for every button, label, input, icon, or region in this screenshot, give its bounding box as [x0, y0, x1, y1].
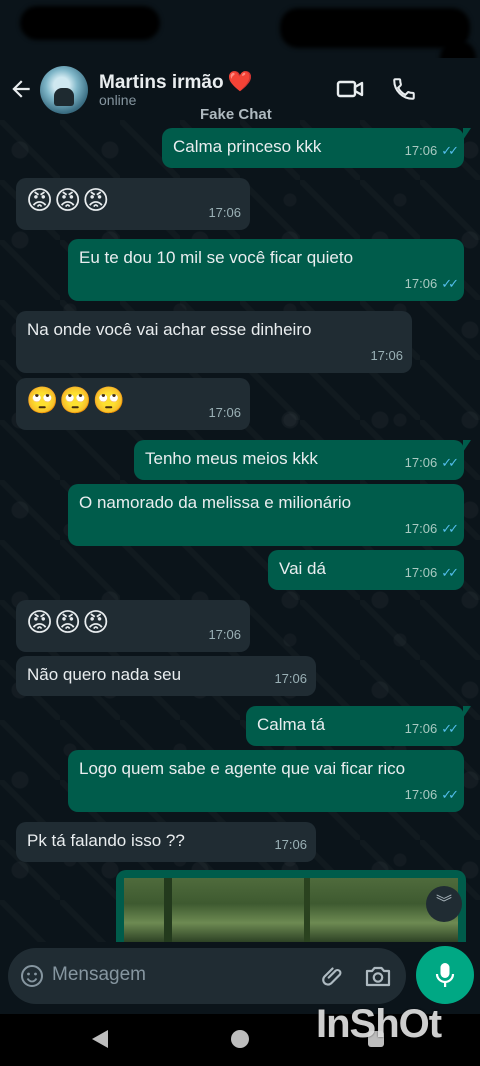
image-message[interactable] [116, 870, 466, 942]
message-emoji: 🙄🙄🙄 [26, 385, 127, 415]
message-bubble-in[interactable]: 🙄🙄🙄 17:06 [16, 378, 250, 430]
mic-icon [435, 963, 455, 987]
message-time: 17:06 ✓✓ [404, 143, 459, 158]
read-ticks-icon: ✓✓ [441, 521, 459, 536]
message-bubble-in[interactable]: Na onde você vai achar esse dinheiro 17:… [16, 311, 412, 373]
image-preview[interactable] [124, 878, 458, 942]
fake-chat-watermark: Fake Chat [200, 106, 272, 123]
read-ticks-icon: ✓✓ [441, 455, 459, 470]
emoji-icon[interactable] [20, 964, 44, 988]
message-emoji: 😡😡😡 [26, 607, 111, 637]
mic-button[interactable] [416, 946, 474, 1004]
message-bubble-out[interactable]: Calma princeso kkk 17:06 ✓✓ [162, 128, 471, 168]
message-bubble-out[interactable]: O namorado da melissa e milionário 17:06… [68, 484, 464, 546]
message-time: 17:06 [208, 205, 241, 220]
read-ticks-icon: ✓✓ [441, 276, 459, 291]
message-placeholder: Mensagem [52, 964, 146, 985]
message-bubble-out[interactable]: Calma tá 17:06 ✓✓ [246, 706, 471, 746]
message-bubble-in[interactable]: Pk tá falando isso ?? 17:06 [16, 822, 316, 862]
contact-name[interactable]: Martins irmão ❤️ [99, 69, 253, 94]
message-text: Eu te dou 10 mil se você ficar quieto [79, 248, 354, 267]
message-bubble-in[interactable]: 😡😡😡 17:06 [16, 600, 250, 652]
message-text: Vai dá [279, 559, 326, 578]
message-text: Na onde você vai achar esse dinheiro [27, 320, 312, 339]
message-time: 17:06 [274, 671, 307, 686]
back-arrow-icon[interactable] [8, 76, 34, 102]
message-time: 17:06 [208, 405, 241, 420]
scroll-down-icon[interactable]: ︾ [426, 886, 462, 922]
read-ticks-icon: ✓✓ [441, 721, 459, 736]
read-ticks-icon: ✓✓ [441, 787, 459, 802]
message-text: Calma princeso kkk [173, 137, 322, 156]
message-time: 17:06 ✓✓ [404, 787, 459, 802]
nav-back-icon[interactable] [92, 1030, 108, 1048]
message-text: O namorado da melissa e milionário [79, 493, 352, 512]
status-bar [0, 0, 480, 120]
redaction-blot [20, 6, 160, 40]
message-text: Calma tá [257, 715, 326, 734]
message-input[interactable]: Mensagem [8, 948, 406, 1004]
heart-emoji: ❤️ [227, 71, 253, 93]
message-bubble-out[interactable]: Eu te dou 10 mil se você ficar quieto 17… [68, 239, 464, 301]
avatar[interactable] [40, 66, 88, 114]
read-ticks-icon: ✓✓ [441, 143, 459, 158]
message-text: Logo quem sabe e agente que vai ficar ri… [79, 759, 406, 778]
message-bubble-out[interactable]: Tenho meus meios kkk 17:06 ✓✓ [134, 440, 471, 480]
message-time: 17:06 [274, 837, 307, 852]
message-bubble-out[interactable]: Vai dá 17:06 ✓✓ [268, 550, 464, 590]
nav-home-icon[interactable] [231, 1030, 249, 1048]
message-text: Não quero nada seu [27, 665, 182, 684]
message-bubble-in[interactable]: Não quero nada seu 17:06 [16, 656, 316, 696]
message-time: 17:06 [370, 348, 403, 363]
message-bubble-in[interactable]: 😡😡😡 17:06 [16, 178, 250, 230]
attach-icon[interactable] [320, 963, 346, 989]
inshot-watermark: InShOt [316, 1002, 442, 1046]
read-ticks-icon: ✓✓ [441, 565, 459, 580]
contact-name-text: Martins irmão [99, 72, 224, 93]
message-time: 17:06 ✓✓ [404, 565, 459, 580]
camera-icon[interactable] [364, 963, 392, 989]
message-emoji: 😡😡😡 [26, 185, 111, 215]
message-time: 17:06 [208, 627, 241, 642]
message-text: Pk tá falando isso ?? [27, 831, 185, 850]
message-bubble-out[interactable]: Logo quem sabe e agente que vai ficar ri… [68, 750, 464, 812]
message-time: 17:06 ✓✓ [404, 276, 459, 291]
redaction-blot [280, 8, 470, 48]
message-text: Tenho meus meios kkk [145, 449, 318, 468]
message-time: 17:06 ✓✓ [404, 521, 459, 536]
video-call-icon[interactable] [336, 76, 364, 102]
message-time: 17:06 ✓✓ [404, 721, 459, 736]
message-time: 17:06 ✓✓ [404, 455, 459, 470]
phone-icon[interactable] [390, 76, 418, 102]
contact-status: online [99, 92, 137, 108]
